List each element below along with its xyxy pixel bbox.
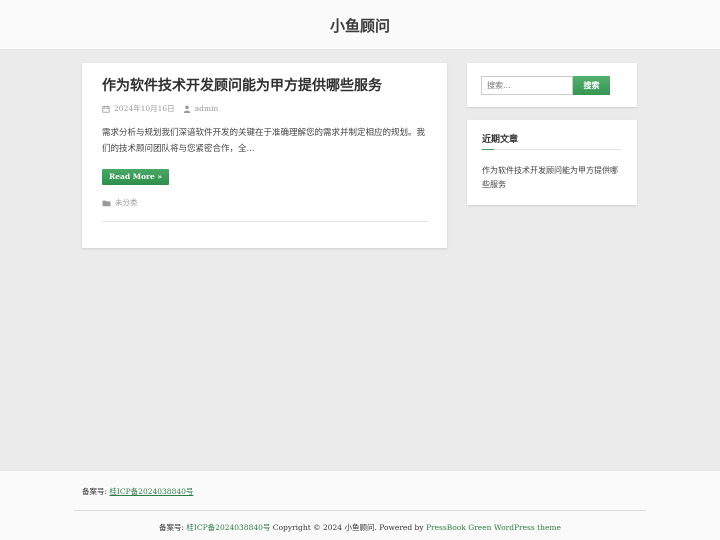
footer-divider	[74, 510, 646, 511]
search-input[interactable]: 搜索...	[481, 76, 573, 95]
footer-icp-link[interactable]: 桂ICP备2024038840号	[109, 487, 193, 496]
post-title[interactable]: 作为软件技术开发顾问能为甲方提供哪些服务	[102, 77, 432, 95]
post-author-text: admin	[194, 104, 219, 113]
post-meta: 2024年10月16日 admin	[102, 103, 218, 114]
recent-posts-widget: 近期文章 作为软件技术开发顾问能为甲方提供哪些服务	[467, 120, 637, 205]
post-category: 未分类	[102, 197, 138, 208]
footer-credit-icp-link[interactable]: 桂ICP备2024038840号	[186, 523, 270, 532]
footer-credit: 备案号: 桂ICP备2024038840号 Copyright © 2024 小…	[0, 522, 720, 533]
recent-divider-accent	[482, 149, 494, 150]
site-title[interactable]: 小鱼顾问	[0, 15, 720, 36]
post-card: 作为软件技术开发顾问能为甲方提供哪些服务 2024年10月16日 admin 需…	[82, 63, 447, 248]
post-excerpt: 需求分析与规划我们深谙软件开发的关键在于准确理解您的需求并制定相应的规划。我们的…	[102, 128, 426, 154]
folder-icon	[102, 200, 111, 206]
post-date-text: 2024年10月16日	[114, 104, 175, 113]
read-more-button[interactable]: Read More »	[102, 169, 170, 185]
recent-post-link[interactable]: 作为软件技术开发顾问能为甲方提供哪些服务	[482, 164, 622, 192]
site-footer: 备案号: 桂ICP备2024038840号 备案号: 桂ICP备20240388…	[0, 470, 720, 540]
site-header: 小鱼顾问	[0, 0, 720, 50]
recent-divider	[482, 149, 621, 150]
post-divider	[102, 221, 428, 222]
search-widget: 搜索... 搜索	[467, 63, 637, 107]
post-author[interactable]: admin	[183, 104, 219, 113]
search-button[interactable]: 搜索	[573, 76, 610, 95]
footer-icp: 备案号: 桂ICP备2024038840号	[82, 486, 193, 497]
footer-copyright: Copyright © 2024 小鱼顾问.	[272, 523, 377, 532]
footer-powered-by: Powered by	[379, 523, 424, 532]
recent-posts-title: 近期文章	[482, 135, 519, 145]
footer-credit-prefix: 备案号:	[159, 523, 185, 532]
post-category-link[interactable]: 未分类	[115, 197, 138, 208]
calendar-icon	[102, 105, 110, 113]
footer-icp-label: 备案号:	[82, 487, 108, 496]
footer-theme-link[interactable]: PressBook Green WordPress theme	[426, 523, 561, 532]
user-icon	[183, 105, 190, 113]
post-date[interactable]: 2024年10月16日	[102, 103, 175, 114]
